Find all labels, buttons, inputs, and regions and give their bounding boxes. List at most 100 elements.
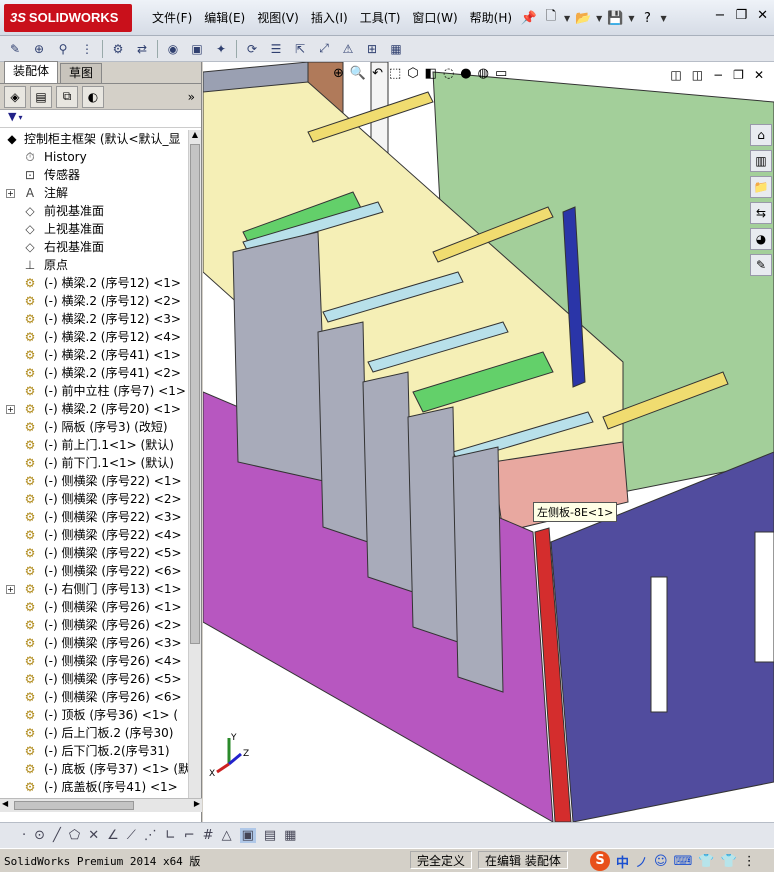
tree-item[interactable]: ⊡ 传感器 xyxy=(0,166,188,184)
menu-help[interactable]: 帮助(H) xyxy=(464,0,518,36)
split-view-icon[interactable]: ◫ xyxy=(692,68,703,82)
ime-punctuation-icon[interactable]: ノ xyxy=(635,852,648,871)
tree-item[interactable]: ⚙ (-) 前下门.1<1> (默认) xyxy=(0,454,188,472)
scroll-right-icon[interactable]: ▶ xyxy=(194,799,200,808)
show-hidden-icon[interactable]: ◉ xyxy=(164,40,182,58)
ime-emoji-icon[interactable]: ☺ xyxy=(654,854,668,869)
ime-chinese-mode[interactable]: 中 xyxy=(616,852,629,871)
menu-edit[interactable]: 编辑(E) xyxy=(198,0,251,36)
mate-icon[interactable]: ⚲ xyxy=(54,40,72,58)
centerline-icon[interactable]: ∠ xyxy=(107,828,119,843)
triangle-icon[interactable]: △ xyxy=(222,828,232,843)
tree-item[interactable]: ⊥ 原点 xyxy=(0,256,188,274)
apply-scene-icon[interactable]: ◍ xyxy=(478,66,489,81)
ime-menu-icon[interactable]: ⋮ xyxy=(743,854,756,869)
expand-toggle-icon[interactable]: + xyxy=(6,405,15,414)
grid-icon[interactable]: # xyxy=(203,828,214,843)
tree-item[interactable]: ⚙ (-) 底板 (序号37) <1> (默 xyxy=(0,760,188,778)
tree-item[interactable]: ⚙ (-) 隔板 (序号3) (改短) xyxy=(0,418,188,436)
menu-view[interactable]: 视图(V) xyxy=(251,0,305,36)
instant3d-icon[interactable]: ▦ xyxy=(387,40,405,58)
tree-vertical-scrollbar[interactable]: ▲ xyxy=(188,130,201,798)
tab-assembly[interactable]: 装配体 xyxy=(4,61,59,83)
new-motion-study-icon[interactable]: ⟳ xyxy=(243,40,261,58)
home-icon[interactable]: ⌂ xyxy=(750,124,772,146)
new-document-icon[interactable]: 🗋 xyxy=(542,9,560,27)
tree-item[interactable]: ⚙ (-) 侧横梁 (序号22) <3> xyxy=(0,508,188,526)
view-settings-icon[interactable]: ▭ xyxy=(495,66,507,81)
tree-item[interactable]: ⚙ (-) 横梁.2 (序号12) <1> xyxy=(0,274,188,292)
tree-item[interactable]: ⚙ (-) 底盖板(序号41) <1> xyxy=(0,778,188,796)
trim-icon[interactable]: ✕ xyxy=(88,828,99,843)
previous-view-icon[interactable]: ↶ xyxy=(372,66,383,81)
ime-toolbox-icon[interactable]: 👕 xyxy=(721,854,737,869)
clearance-verification-icon[interactable]: ⊞ xyxy=(363,40,381,58)
tree-item[interactable]: ⚙ (-) 侧横梁 (序号26) <5> xyxy=(0,670,188,688)
scrollbar-thumb[interactable] xyxy=(190,144,200,644)
angle-icon[interactable]: ∟ xyxy=(165,828,176,843)
close-icon[interactable]: ✕ xyxy=(754,68,764,82)
tree-item[interactable]: ⚙ (-) 侧横梁 (序号26) <6> xyxy=(0,688,188,706)
exploded-view-icon[interactable]: ⇱ xyxy=(291,40,309,58)
smart-fasteners-icon[interactable]: ⚙ xyxy=(109,40,127,58)
property-manager-icon[interactable]: ▤ xyxy=(30,85,52,108)
menu-window[interactable]: 窗口(W) xyxy=(406,0,463,36)
line-icon[interactable]: ╱ xyxy=(53,828,61,843)
split-four-icon[interactable]: ▦ xyxy=(284,828,296,843)
tree-item[interactable]: ⚙ (-) 侧横梁 (序号22) <2> xyxy=(0,490,188,508)
view-palette-icon[interactable]: ⇆ xyxy=(750,202,772,224)
tree-item[interactable]: ⚙ (-) 横梁.2 (序号12) <2> xyxy=(0,292,188,310)
circle-icon[interactable]: ⊙ xyxy=(34,828,45,843)
split-view-icon[interactable]: ◫ xyxy=(670,68,681,82)
offset-icon[interactable]: ⋰ xyxy=(144,828,157,843)
shaded-view-icon[interactable]: ▣ xyxy=(239,828,256,843)
tree-item[interactable]: ⚙ (-) 横梁.2 (序号12) <4> xyxy=(0,328,188,346)
open-folder-icon[interactable]: 📂 xyxy=(574,9,592,27)
chevron-down-icon[interactable]: ▼ xyxy=(628,14,634,23)
tree-item[interactable]: ⚙ (-) 侧横梁 (序号26) <2> xyxy=(0,616,188,634)
appearances-icon[interactable]: ◕ xyxy=(750,228,772,250)
dimension-icon[interactable]: ⌐ xyxy=(184,828,195,843)
tree-item[interactable]: ◇ 上视基准面 xyxy=(0,220,188,238)
edit-component-icon[interactable]: ✎ xyxy=(6,40,24,58)
split-horizontal-icon[interactable]: ▤ xyxy=(264,828,276,843)
scroll-up-icon[interactable]: ▲ xyxy=(189,130,201,139)
interference-detection-icon[interactable]: ⚠ xyxy=(339,40,357,58)
graphics-area[interactable]: ⊕ 🔍 ↶ ⬚ ⬡ ◧ ◌ ● ◍ ▭ ◫ ◫ − ❐ ✕ ⌂ ▥ 📁 ⇆ ◕ … xyxy=(203,62,774,822)
module-5[interactable] xyxy=(452,446,504,693)
file-explorer-icon[interactable]: 📁 xyxy=(750,176,772,198)
save-icon[interactable]: 💾 xyxy=(606,9,624,27)
tree-item[interactable]: ⚙ (-) 侧横梁 (序号26) <3> xyxy=(0,634,188,652)
tree-item[interactable]: ◇ 右视基准面 xyxy=(0,238,188,256)
restore-icon[interactable]: ❐ xyxy=(735,8,747,23)
tree-item[interactable]: + ⚙ (-) 右侧门 (序号13) <1> xyxy=(0,580,188,598)
tree-item[interactable]: ⚙ (-) 后下门板.2(序号31) xyxy=(0,742,188,760)
ime-keyboard-icon[interactable]: ⌨ xyxy=(674,854,693,869)
view-orientation-icon[interactable]: ⬡ xyxy=(407,66,418,81)
menu-insert[interactable]: 插入(I) xyxy=(305,0,354,36)
tree-item[interactable]: + A 注解 xyxy=(0,184,188,202)
point-icon[interactable]: · xyxy=(22,828,26,843)
expand-toggle-icon[interactable]: + xyxy=(6,585,15,594)
hide-show-items-icon[interactable]: ◌ xyxy=(443,66,454,81)
edit-appearance-icon[interactable]: ● xyxy=(460,66,471,81)
tree-item[interactable]: ⚙ (-) 侧横梁 (序号22) <5> xyxy=(0,544,188,562)
insert-component-icon[interactable]: ⊕ xyxy=(30,40,48,58)
zoom-area-icon[interactable]: 🔍 xyxy=(350,66,366,81)
tree-root[interactable]: ◆ 控制柜主框架 (默认<默认_显 xyxy=(0,130,188,148)
tree-horizontal-scrollbar[interactable]: ◀ ▶ xyxy=(0,798,202,812)
ime-skin-icon[interactable]: 👕 xyxy=(698,854,714,869)
tree-item[interactable]: ⚙ (-) 横梁.2 (序号12) <3> xyxy=(0,310,188,328)
chevron-right-icon[interactable]: » xyxy=(188,90,195,104)
move-component-icon[interactable]: ⇄ xyxy=(133,40,151,58)
cabinet-model[interactable] xyxy=(203,62,774,822)
module-2[interactable] xyxy=(317,321,369,543)
tree-item[interactable]: ⚙ (-) 侧横梁 (序号26) <4> xyxy=(0,652,188,670)
polygon-icon[interactable]: ⬠ xyxy=(69,828,80,843)
tab-sketch[interactable]: 草图 xyxy=(60,63,103,83)
scroll-left-icon[interactable]: ◀ xyxy=(2,799,8,808)
assembly-features-icon[interactable]: ▣ xyxy=(188,40,206,58)
help-icon[interactable]: ? xyxy=(638,9,656,27)
mirror-icon[interactable]: ⟋ xyxy=(127,828,136,843)
tree-item[interactable]: ⚙ (-) 横梁.2 (序号41) <2> xyxy=(0,364,188,382)
